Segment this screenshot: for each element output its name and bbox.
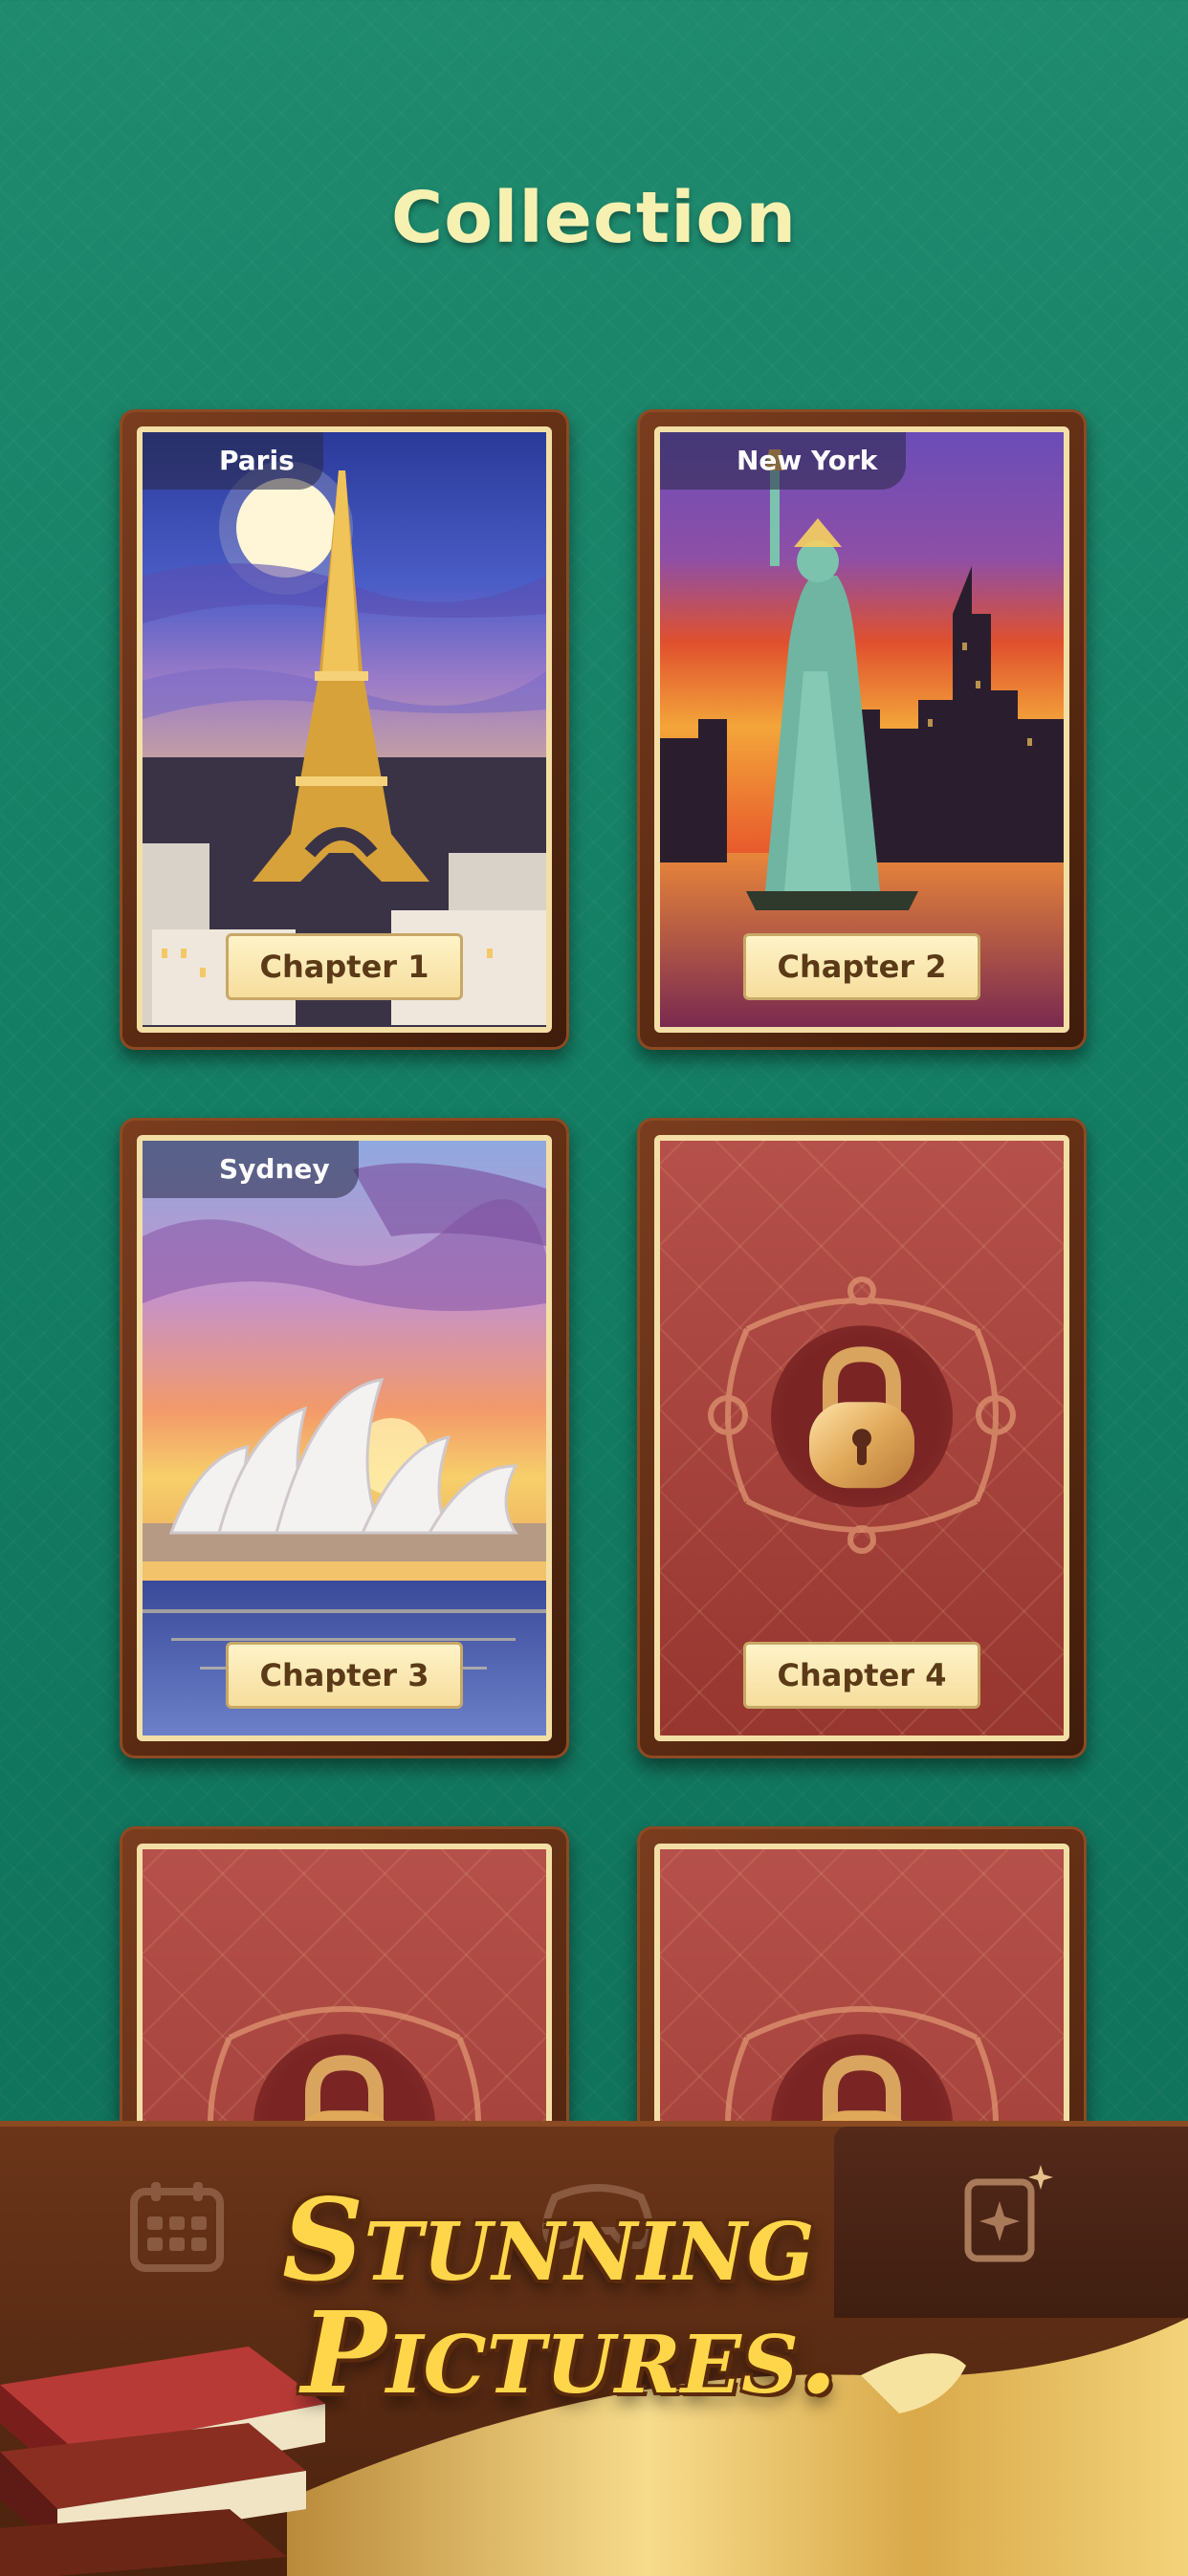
promo-line-2: Pictures. bbox=[301, 2286, 839, 2419]
chapter-card-sydney[interactable]: Sydney Chapter 3 bbox=[120, 1118, 569, 1758]
promo-line-1: Stunning bbox=[282, 2173, 815, 2306]
promo-title: Stunning Pictures. bbox=[282, 2184, 838, 2410]
new-york-image: New York Chapter 2 bbox=[654, 426, 1069, 1033]
page-title: Collection bbox=[390, 177, 798, 259]
chapter-label: Chapter 1 bbox=[226, 933, 463, 1000]
chapter-card-paris[interactable]: Paris Chapter 1 bbox=[120, 409, 569, 1050]
bottom-tab-bar: Stunning Pictures. bbox=[0, 2121, 1188, 2576]
chapter-label: Chapter 3 bbox=[226, 1642, 463, 1709]
lock-icon bbox=[809, 1346, 914, 1489]
city-label: Paris bbox=[143, 432, 323, 490]
locked-card-face: Chapter 4 bbox=[654, 1135, 1069, 1741]
lock-badge bbox=[771, 1325, 953, 1508]
paris-image: Paris Chapter 1 bbox=[137, 426, 552, 1033]
chapter-card-new-york[interactable]: New York Chapter 2 bbox=[637, 409, 1087, 1050]
chapter-label: Chapter 2 bbox=[743, 933, 980, 1000]
sydney-image: Sydney Chapter 3 bbox=[137, 1135, 552, 1741]
chapter-card-locked[interactable]: Chapter 4 bbox=[637, 1118, 1087, 1758]
city-label: New York bbox=[660, 432, 907, 490]
city-label: Sydney bbox=[143, 1141, 359, 1198]
chapter-label: Chapter 4 bbox=[743, 1642, 980, 1709]
